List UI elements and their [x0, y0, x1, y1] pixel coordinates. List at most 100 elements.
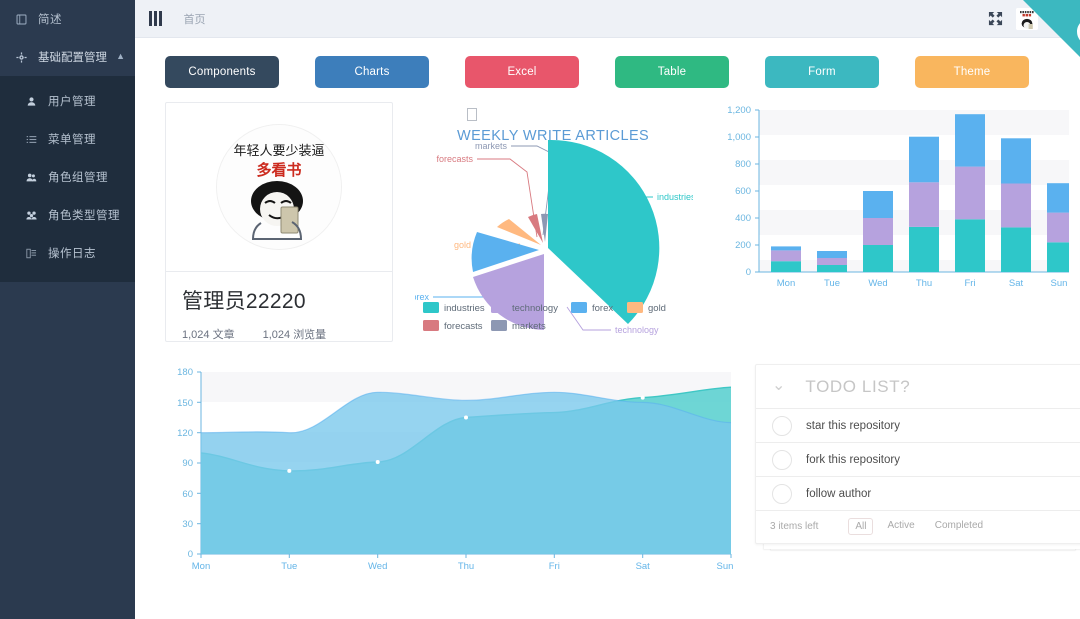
bar-ytick-0: 0 — [746, 267, 751, 278]
legend-label-forex: forex — [592, 303, 613, 314]
bar-group-wed — [863, 191, 893, 272]
user-icon — [24, 96, 39, 107]
area-xtick-fri: Fri — [549, 561, 560, 572]
breadcrumb[interactable]: 首页 — [184, 11, 206, 27]
bar-xtick-wed: Wed — [868, 278, 887, 289]
list-item[interactable]: follow author — [756, 477, 1080, 511]
bar-ytick-600: 600 — [735, 186, 751, 197]
sidebar-item-role-type-management[interactable]: 角色类型管理 — [0, 196, 135, 234]
legend-swatch-technology — [491, 302, 507, 313]
pie-slice-industries — [548, 139, 660, 324]
legend-label-forecasts: forecasts — [444, 321, 483, 332]
profile-avatar-wrap: 年轻人要少装逼 多看书 — [166, 103, 392, 271]
pie-slice-markets — [541, 213, 548, 242]
user-group-icon — [24, 210, 39, 221]
area-chart-card: 180 150 120 90 60 30 0 Mon Tue Wed Thu F… — [165, 364, 733, 574]
stat-label: 浏览量 — [293, 329, 327, 341]
todo-item-label: fork this repository — [806, 453, 900, 466]
legend-label-gold: gold — [648, 303, 666, 314]
sidebar-item-label: 角色组管理 — [48, 172, 108, 184]
sidebar-item-menu-management[interactable]: 菜单管理 — [0, 120, 135, 158]
sidebar-item-role-group-management[interactable]: 角色组管理 — [0, 158, 135, 196]
todo-checkbox[interactable] — [772, 449, 792, 470]
button-form[interactable]: Form — [765, 56, 879, 88]
gear-icon — [14, 51, 29, 63]
legend-label-markets: markets — [512, 321, 546, 332]
bar-xtick-sat: Sat — [1009, 278, 1024, 289]
button-components[interactable]: Components — [165, 56, 279, 88]
chevron-up-icon[interactable]: ▲ — [116, 51, 125, 61]
pie-label-gold: gold — [454, 240, 471, 250]
button-charts[interactable]: Charts — [315, 56, 429, 88]
button-theme[interactable]: Theme — [915, 56, 1029, 88]
todo-items-left: 3 items left — [770, 520, 819, 532]
fullscreen-icon[interactable] — [988, 11, 1003, 26]
sidebar-group-label: 基础配置管理 — [38, 52, 107, 64]
list-icon — [24, 134, 39, 145]
area-xtick-sun: Sun — [717, 561, 733, 572]
area-ytick-180: 180 — [177, 367, 193, 378]
todo-title: TODO LIST? — [805, 376, 911, 396]
legend-swatch-forecasts — [423, 320, 439, 331]
sidebar-brand[interactable]: 简述 — [0, 0, 135, 38]
bar-ytick-200: 200 — [735, 240, 751, 251]
todo-footer: 3 items left All Active Completed — [756, 511, 1080, 541]
area-ytick-120: 120 — [177, 428, 193, 439]
stat-value: 1,024 — [262, 329, 291, 341]
profile-name: 管理员22220 — [182, 290, 306, 313]
log-icon — [24, 248, 39, 259]
hamburger-icon[interactable] — [149, 11, 162, 26]
list-item[interactable]: star this repository — [756, 409, 1080, 443]
sidebar-group-basic-config[interactable]: 基础配置管理 ▲ — [0, 38, 135, 76]
bar-ytick-400: 400 — [735, 213, 751, 224]
legend-swatch-markets — [491, 320, 507, 331]
sidebar-item-operation-log[interactable]: 操作日志 — [0, 234, 135, 272]
todo-filters: All Active Completed — [848, 517, 989, 535]
bar-xtick-tue: Tue — [824, 278, 840, 289]
bar-group-thu — [909, 136, 939, 272]
button-excel[interactable]: Excel — [465, 56, 579, 88]
sidebar-item-user-management[interactable]: 用户管理 — [0, 82, 135, 120]
area-ytick-150: 150 — [177, 398, 193, 409]
legend-swatch-industries — [423, 302, 439, 313]
bar-xtick-sun: Sun — [1051, 278, 1068, 289]
sidebar-brand-label: 简述 — [38, 14, 62, 26]
area-chart-svg: 180 150 120 90 60 30 0 Mon Tue Wed Thu F… — [177, 367, 733, 572]
bar-group-mon — [771, 246, 801, 272]
button-table[interactable]: Table — [615, 56, 729, 88]
todo-checkbox[interactable] — [772, 483, 792, 504]
profile-stats: 1,024 文章 1,024 浏览量 — [182, 326, 376, 342]
pie-chart-card: WEEKLY WRITE ARTICLES gold forecasts mar… — [409, 102, 696, 342]
profile-body: 管理员22220 1,024 文章 1,024 浏览量 — [166, 272, 392, 342]
area-xtick-mon: Mon — [192, 561, 210, 572]
avatar: 年轻人要少装逼 多看书 — [217, 125, 341, 249]
todo-checkbox[interactable] — [772, 415, 792, 436]
pie-label-forecasts: forecasts — [436, 154, 473, 164]
todo-filter-active[interactable]: Active — [881, 518, 920, 535]
avatar-top-text: 年轻人要少装逼 — [233, 143, 324, 158]
todo-filter-completed[interactable]: Completed — [929, 518, 989, 535]
bar-group-sun — [1047, 183, 1069, 272]
chevron-down-icon[interactable]: ⌄ — [772, 375, 785, 395]
bar-xtick-fri: Fri — [964, 278, 975, 289]
main-area: 首页 Components Charts Excel Table Form Th… — [135, 0, 1080, 619]
avatar-bottom-text: 多看书 — [256, 161, 301, 179]
todo-header: ⌄ TODO LIST? — [756, 365, 1080, 409]
bar-ytick-1000: 1,000 — [727, 132, 751, 143]
area-ytick-0: 0 — [188, 549, 193, 560]
profile-stat-articles: 1,024 文章 — [182, 326, 235, 342]
dashboard-row-top: 年轻人要少装逼 多看书 管理员22220 1,024 文章 1,024 浏览量 … — [135, 88, 1080, 342]
sidebar-item-label: 操作日志 — [48, 248, 96, 260]
area-ytick-90: 90 — [182, 458, 193, 469]
bar-group-fri — [955, 114, 985, 272]
bar-group-sat — [1001, 138, 1031, 272]
profile-stat-views: 1,024 浏览量 — [263, 326, 327, 342]
todo-filter-all[interactable]: All — [848, 517, 874, 535]
area-xtick-sat: Sat — [636, 561, 651, 572]
chevron-down-icon[interactable] — [1051, 15, 1061, 22]
list-item[interactable]: fork this repository — [756, 443, 1080, 477]
quick-action-buttons: Components Charts Excel Table Form Theme — [135, 38, 1080, 88]
dashboard-row-bottom: 180 150 120 90 60 30 0 Mon Tue Wed Thu F… — [135, 342, 1080, 574]
user-avatar[interactable] — [1016, 7, 1038, 30]
sidebar-item-label: 菜单管理 — [48, 134, 96, 146]
